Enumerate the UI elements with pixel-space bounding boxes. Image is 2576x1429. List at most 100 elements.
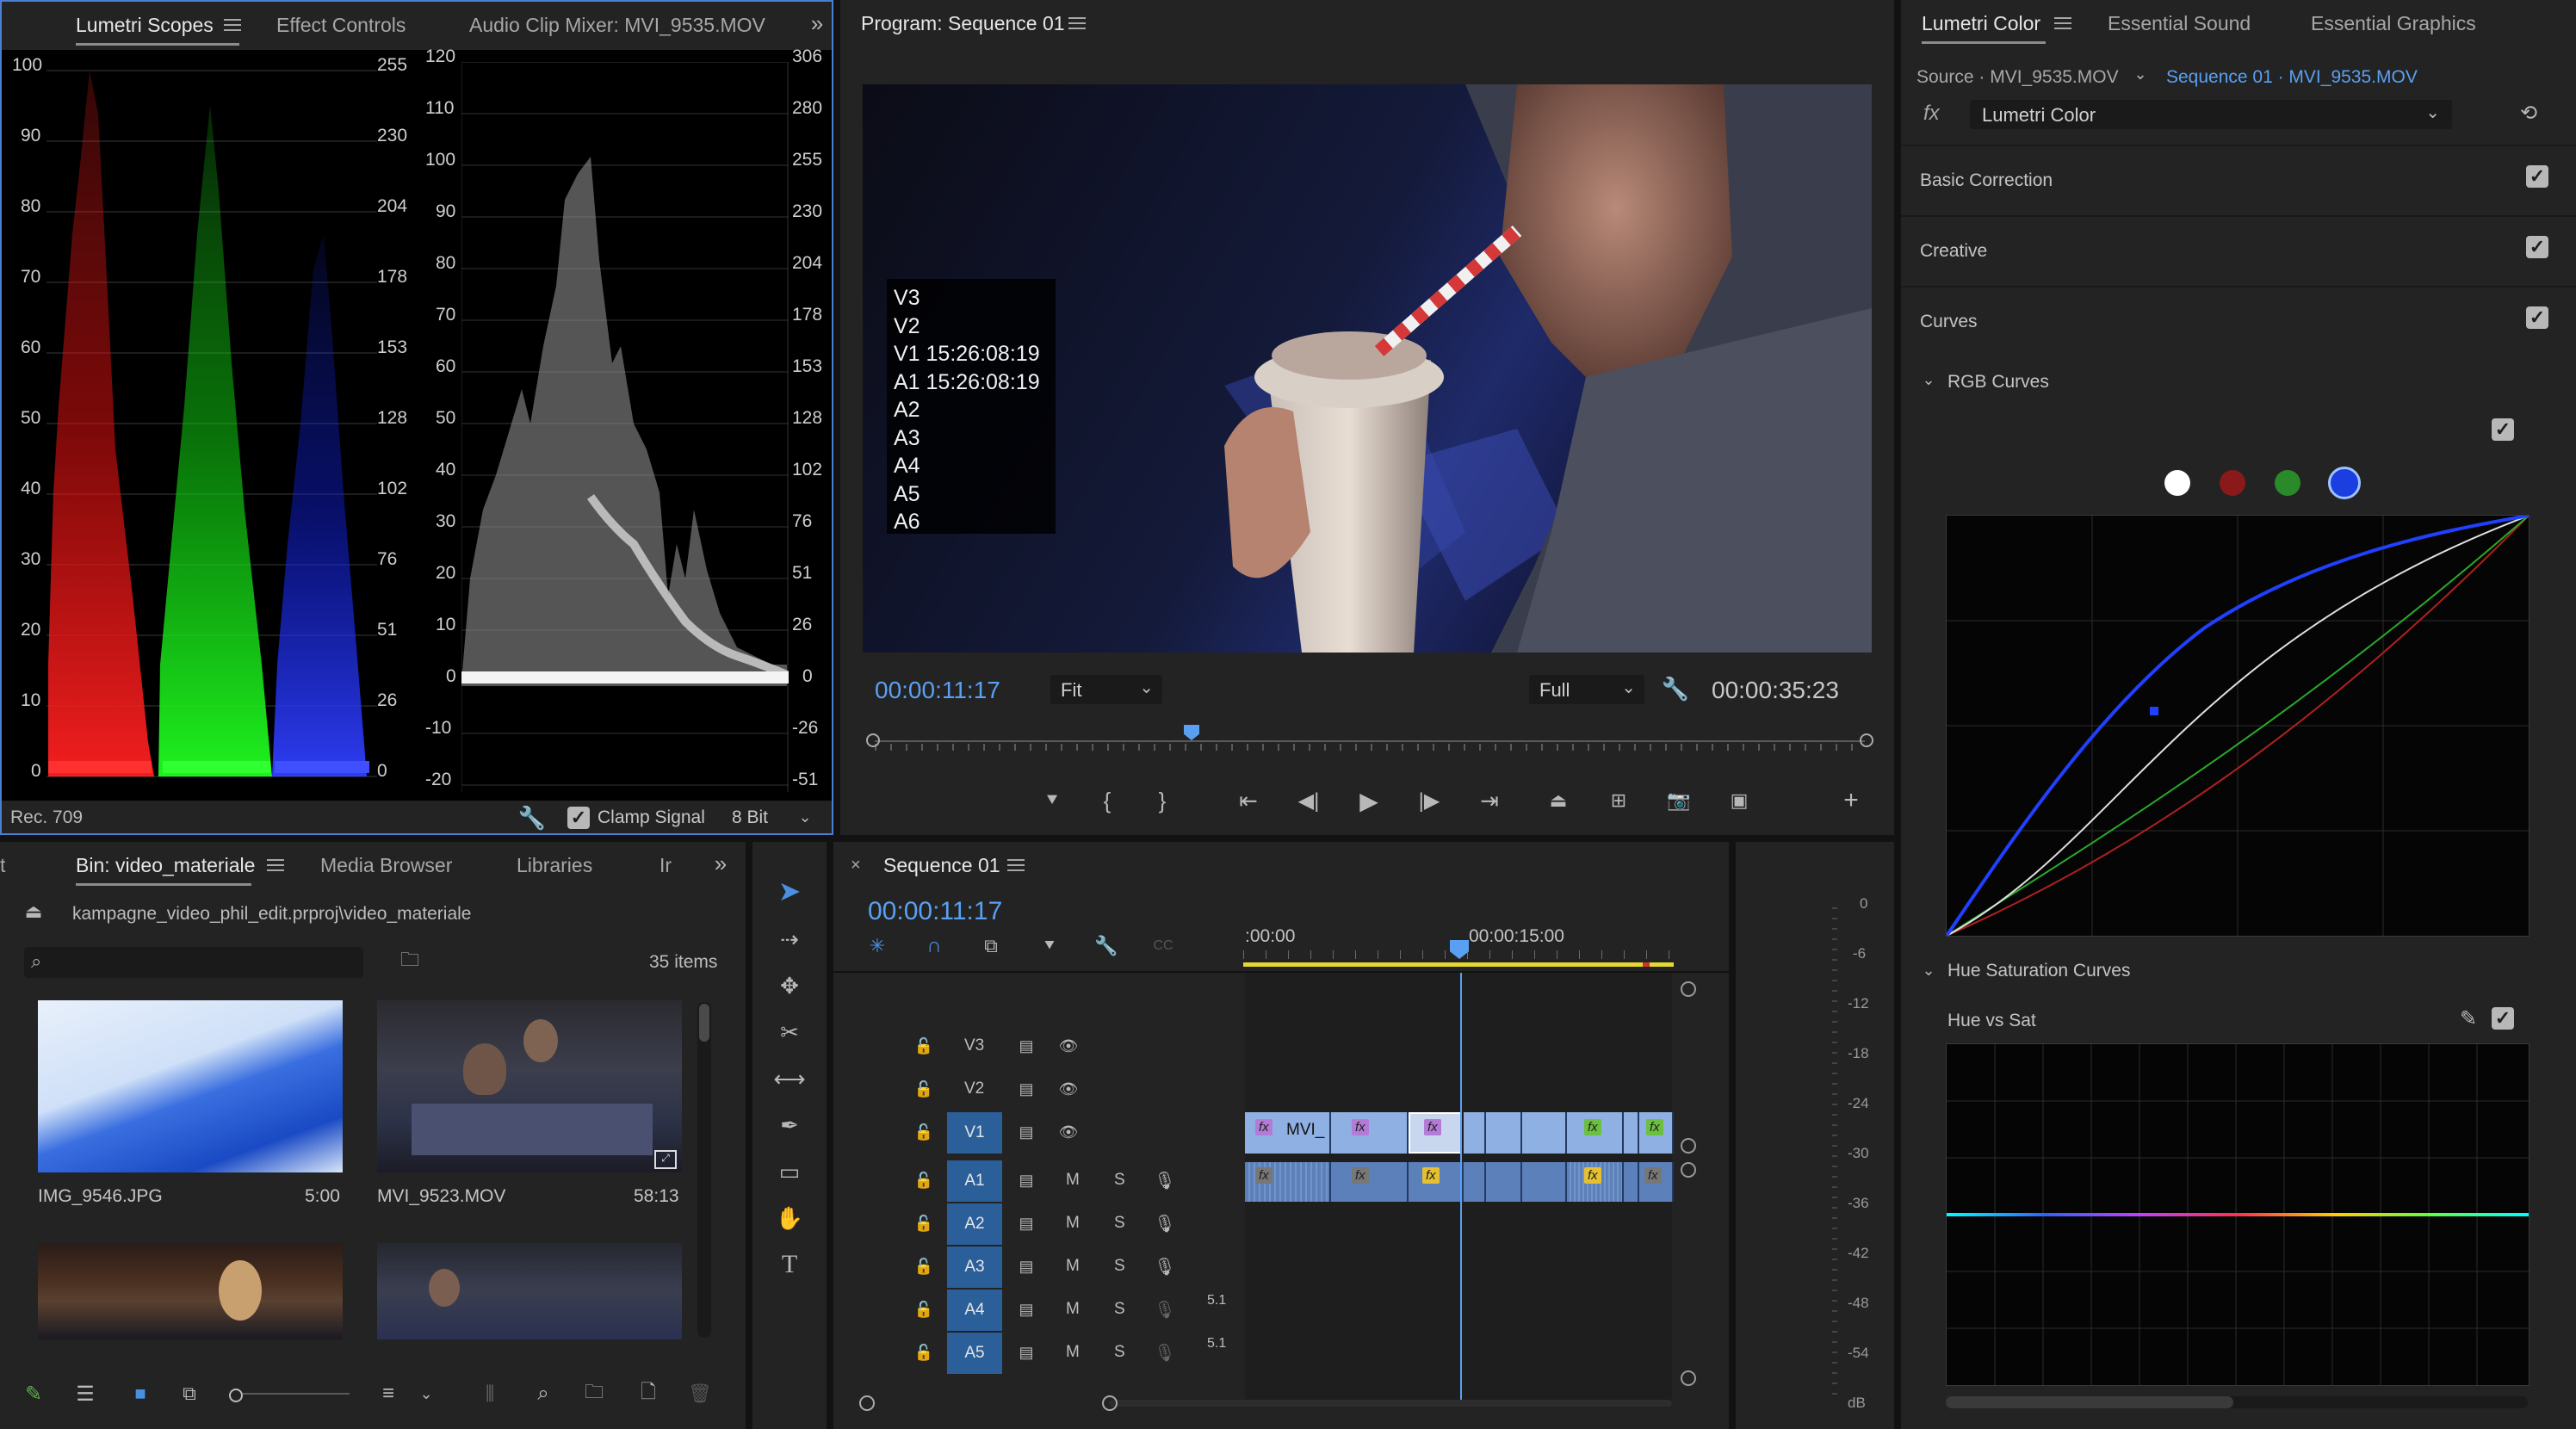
lock-icon[interactable]: 🔓 (913, 1078, 935, 1100)
panel-menu-icon[interactable] (1007, 859, 1025, 871)
program-monitor-title[interactable]: Program: Sequence 01 (861, 12, 1065, 35)
ripple-edit-tool-icon[interactable]: ✥ (771, 968, 808, 1004)
tab-media-browser[interactable]: Media Browser (320, 854, 452, 877)
step-back-icon[interactable]: ◀| (1291, 785, 1326, 816)
curves-checkbox[interactable]: ✓ (2526, 306, 2548, 329)
overflow-tabs-icon[interactable]: » (804, 10, 830, 36)
wrench-icon[interactable]: 🔧 (1660, 673, 1691, 704)
mark-out-icon[interactable]: } (1147, 785, 1178, 816)
bin-scrollbar[interactable] (697, 1002, 711, 1338)
slip-tool-icon[interactable]: ⟷ (771, 1061, 808, 1097)
list-view-icon[interactable]: ☰ (71, 1379, 100, 1408)
curve-channel-blue[interactable] (2328, 467, 2361, 499)
lock-icon[interactable]: 🔓 (913, 1169, 935, 1191)
v-scroll-handle[interactable] (1681, 1370, 1696, 1386)
eye-icon[interactable]: 👁 (1056, 1121, 1081, 1143)
lock-icon[interactable]: 🔓 (913, 1212, 935, 1234)
comparison-view-icon[interactable]: ▣ (1722, 785, 1756, 816)
new-item-icon[interactable]: 🗋 (634, 1379, 663, 1408)
audio-clip[interactable] (1486, 1162, 1522, 1202)
timeline-zoom-scrollbar[interactable] (859, 1393, 1672, 1414)
tab-truncated[interactable]: t (0, 854, 5, 877)
basic-correction-checkbox[interactable]: ✓ (2526, 165, 2548, 188)
effect-selector-dropdown[interactable]: Lumetri Color ⌄ (1970, 100, 2452, 129)
trash-icon[interactable]: 🗑 (685, 1379, 715, 1408)
timeline-timecode[interactable]: 00:00:11:17 (868, 897, 1002, 926)
type-tool-icon[interactable]: T (771, 1247, 808, 1283)
rgb-curves-checkbox[interactable]: ✓ (2492, 418, 2514, 441)
lock-icon[interactable]: 🔓 (913, 1341, 935, 1364)
tab-audio-clip-mixer[interactable]: Audio Clip Mixer: MVI_9535.MOV (469, 14, 765, 37)
add-marker-icon[interactable]: ⯆ (1037, 785, 1068, 816)
audio-clip[interactable]: fx (1639, 1162, 1674, 1202)
bit-depth-dropdown[interactable]: 8 Bit (732, 807, 768, 828)
solo-button[interactable]: S (1114, 1300, 1125, 1319)
lock-icon[interactable]: 🔓 (913, 1255, 935, 1277)
sync-lock-icon[interactable]: ▤ (1014, 1078, 1038, 1100)
chevron-down-icon[interactable]: ⌄ (2130, 64, 2151, 84)
new-search-bin-icon[interactable]: 🗀 (394, 947, 425, 976)
rectangle-tool-icon[interactable]: ▭ (771, 1154, 808, 1190)
chevron-down-icon[interactable]: ⌄ (417, 1379, 436, 1408)
section-creative[interactable]: Creative ✓ (1901, 215, 2576, 286)
folder-up-icon[interactable]: ⏏ (19, 899, 48, 925)
tab-sequence-01[interactable]: Sequence 01 (883, 854, 1000, 877)
panel-menu-icon[interactable] (267, 859, 284, 871)
tab-essential-graphics[interactable]: Essential Graphics (2311, 12, 2476, 35)
sort-icon[interactable]: ≡ (374, 1379, 403, 1408)
mute-button[interactable]: M (1066, 1171, 1080, 1190)
lumetri-scrollbar-thumb[interactable] (1946, 1396, 2233, 1408)
go-to-out-icon[interactable]: ⇥ (1472, 785, 1507, 816)
step-forward-icon[interactable]: |▶ (1412, 785, 1446, 816)
panel-menu-icon[interactable] (224, 19, 241, 31)
video-clip-selected[interactable]: fx (1409, 1112, 1462, 1154)
track-target-a2[interactable]: A2 (947, 1203, 1002, 1245)
track-target-a4[interactable]: A4 (947, 1290, 1002, 1331)
audio-clip[interactable] (1624, 1162, 1639, 1202)
time-ruler[interactable]: :00:00 00:00:15:00 (1243, 925, 1674, 969)
creative-checkbox[interactable]: ✓ (2526, 236, 2548, 258)
zoom-scroll-track[interactable] (1109, 1400, 1672, 1407)
microphone-icon[interactable]: 🎙 (1154, 1212, 1176, 1234)
mute-button[interactable]: M (1066, 1300, 1080, 1319)
microphone-icon[interactable]: 🎙 (1154, 1341, 1176, 1364)
track-label[interactable]: V3 (964, 1036, 984, 1055)
track-target-a3[interactable]: A3 (947, 1247, 1002, 1288)
zoom-scroll-end[interactable] (1102, 1395, 1118, 1411)
sync-lock-icon[interactable]: ▤ (1014, 1298, 1038, 1321)
mark-in-icon[interactable]: { (1092, 785, 1123, 816)
track-target-v1[interactable]: V1 (947, 1112, 1002, 1154)
sync-lock-icon[interactable]: ▤ (1014, 1255, 1038, 1277)
mute-button[interactable]: M (1066, 1214, 1080, 1233)
playhead-timecode[interactable]: 00:00:11:17 (875, 677, 1000, 704)
scrub-end-handle[interactable] (1860, 733, 1873, 747)
wrench-icon[interactable]: 🔧 (518, 804, 546, 832)
mute-button[interactable]: M (1066, 1257, 1080, 1276)
curve-channel-green[interactable] (2275, 470, 2300, 496)
go-to-in-icon[interactable]: ⇤ (1231, 785, 1266, 816)
audio-clip[interactable]: fx (1409, 1162, 1464, 1202)
lock-icon[interactable]: 🔓 (913, 1035, 935, 1057)
hand-tool-icon[interactable]: ✋ (771, 1200, 808, 1236)
audio-clip[interactable]: fx (1567, 1162, 1624, 1202)
solo-button[interactable]: S (1114, 1343, 1125, 1362)
solo-button[interactable]: S (1114, 1171, 1125, 1190)
solo-button[interactable]: S (1114, 1214, 1125, 1233)
video-frame[interactable]: V3 V2 V1 15:26:08:19 A1 15:26:08:19 A2 A… (863, 84, 1872, 653)
zoom-slider[interactable] (229, 1386, 350, 1402)
source-clip-label[interactable]: Source · MVI_9535.MOV (1917, 67, 2119, 88)
eyedropper-icon[interactable]: ✎ (2455, 1005, 2481, 1031)
video-clip[interactable]: fx (1567, 1112, 1624, 1154)
nest-toggle-icon[interactable]: ✳ (863, 931, 892, 961)
resolution-dropdown[interactable]: Full ⌄ (1529, 675, 1644, 704)
selection-tool-icon[interactable]: ➤ (771, 873, 808, 909)
zoom-level-dropdown[interactable]: Fit ⌄ (1050, 675, 1162, 704)
audio-clip[interactable] (1522, 1162, 1567, 1202)
tab-bin-video-materiale[interactable]: Bin: video_materiale (76, 854, 255, 877)
rgb-curves-label[interactable]: RGB Curves (1947, 372, 2049, 393)
audio-clip[interactable]: fx (1331, 1162, 1409, 1202)
mute-button[interactable]: M (1066, 1343, 1080, 1362)
video-clip[interactable]: fx (1639, 1112, 1674, 1154)
add-button-icon[interactable]: + (1834, 785, 1868, 816)
microphone-icon[interactable]: 🎙 (1154, 1298, 1176, 1321)
